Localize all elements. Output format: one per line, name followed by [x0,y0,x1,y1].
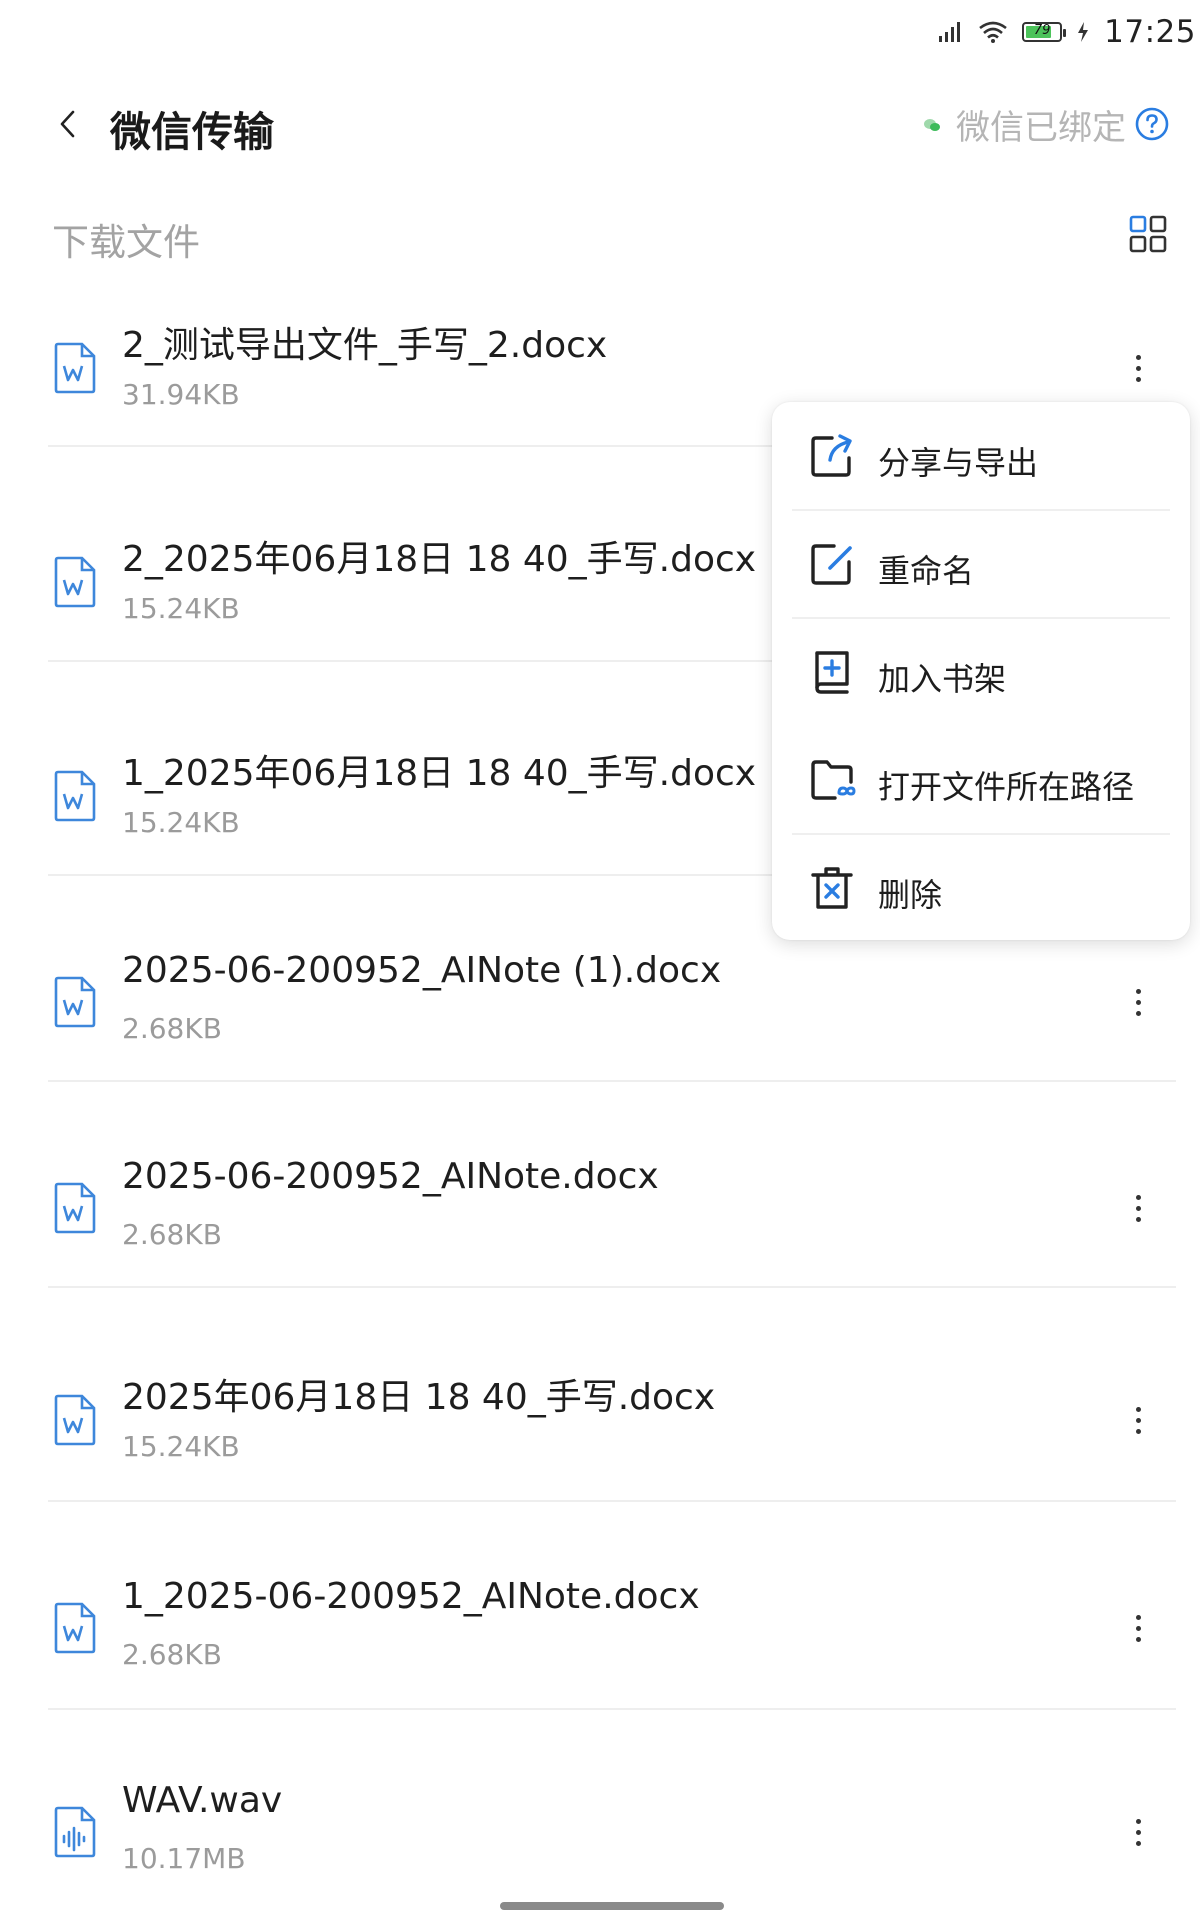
delete-icon [811,867,853,909]
file-name: 2025-06-200952_AINote.docx [122,1156,659,1197]
word-file-icon [54,770,96,822]
file-row[interactable]: 2025-06-200952_AINote.docx 2.68KB [0,1140,1200,1288]
word-file-icon [54,1394,96,1446]
menu-item-label: 删除 [878,876,943,914]
file-name: 2_测试导出文件_手写_2.docx [122,325,608,366]
menu-item-label: 分享与导出 [878,444,1039,482]
top-app-bar: 微信传输 微信已绑定 [0,64,1200,184]
file-row[interactable]: 2025-06-200952_AINote (1).docx 2.68KB [0,934,1200,1082]
menu-item-share-export[interactable]: 分享与导出 [772,402,1190,510]
signal-icon [939,22,961,42]
menu-item-label: 加入书架 [878,660,1007,698]
word-file-icon [54,1182,96,1234]
rename-icon [811,544,852,585]
menu-item-label: 打开文件所在路径 [878,768,1135,806]
wechat-bound-label: 微信已绑定 [956,108,1126,148]
file-name: 1_2025-06-200952_AINote.docx [122,1576,700,1617]
word-file-icon [54,976,96,1028]
file-row[interactable]: WAV.wav 10.17MB [0,1764,1200,1914]
word-file-icon [54,342,96,394]
file-row[interactable]: 2025年06月18日 18 40_手写.docx 15.24KB [0,1352,1200,1502]
home-indicator[interactable] [500,1902,724,1910]
more-options-icon[interactable] [1120,1604,1156,1652]
menu-item-add-bookshelf[interactable]: 加入书架 [772,618,1190,726]
wechat-bound-status: 微信已绑定 [922,100,1126,149]
chevron-left-icon [60,110,75,138]
file-size: 2.68KB [122,1638,222,1671]
context-menu: 分享与导出 重命名 加入书架 打开文件所在路径 删除 [772,402,1190,940]
open-folder-icon [811,760,856,800]
file-size: 15.24KB [122,592,240,625]
file-name: 1_2025年06月18日 18 40_手写.docx [122,753,757,794]
menu-item-delete[interactable]: 删除 [772,834,1190,942]
battery-level: 79 [1033,23,1051,38]
more-options-icon[interactable] [1120,1184,1156,1232]
more-options-icon[interactable] [1120,978,1156,1026]
file-name: 2_2025年06月18日 18 40_手写.docx [122,539,757,580]
file-row[interactable]: 1_2025-06-200952_AINote.docx 2.68KB [0,1560,1200,1710]
share-export-icon [811,434,852,477]
more-options-icon[interactable] [1120,344,1156,392]
charging-icon [1078,22,1089,42]
section-title: 下载文件 [52,221,200,264]
row-divider [48,1708,1176,1710]
help-icon[interactable] [1134,106,1170,142]
add-to-bookshelf-icon [815,651,849,694]
row-divider [48,1080,1176,1082]
status-time: 17:25 [1104,14,1196,50]
row-divider [48,1500,1176,1502]
more-options-icon[interactable] [1120,1808,1156,1856]
file-size: 15.24KB [122,1430,240,1463]
row-divider [48,1286,1176,1288]
file-size: 10.17MB [122,1842,246,1875]
audio-file-icon [54,1806,96,1858]
file-size: 2.68KB [122,1218,222,1251]
file-name: 2025-06-200952_AINote (1).docx [122,950,722,991]
menu-item-open-location[interactable]: 打开文件所在路径 [772,726,1190,834]
wifi-icon [979,21,1007,43]
menu-item-label: 重命名 [878,552,975,590]
status-bar: 79 17:25 [0,0,1200,64]
word-file-icon [54,556,96,608]
battery-icon: 79 [1022,22,1067,42]
menu-item-rename[interactable]: 重命名 [772,510,1190,618]
file-name: WAV.wav [122,1780,283,1821]
back-button[interactable] [48,100,88,148]
wechat-icon [924,118,940,131]
file-size: 31.94KB [122,378,240,411]
grid-view-icon[interactable] [1128,214,1168,254]
word-file-icon [54,1602,96,1654]
file-name: 2025年06月18日 18 40_手写.docx [122,1377,716,1418]
file-size: 2.68KB [122,1012,222,1045]
page-title: 微信传输 [110,108,274,156]
more-options-icon[interactable] [1120,1396,1156,1444]
file-size: 15.24KB [122,806,240,839]
